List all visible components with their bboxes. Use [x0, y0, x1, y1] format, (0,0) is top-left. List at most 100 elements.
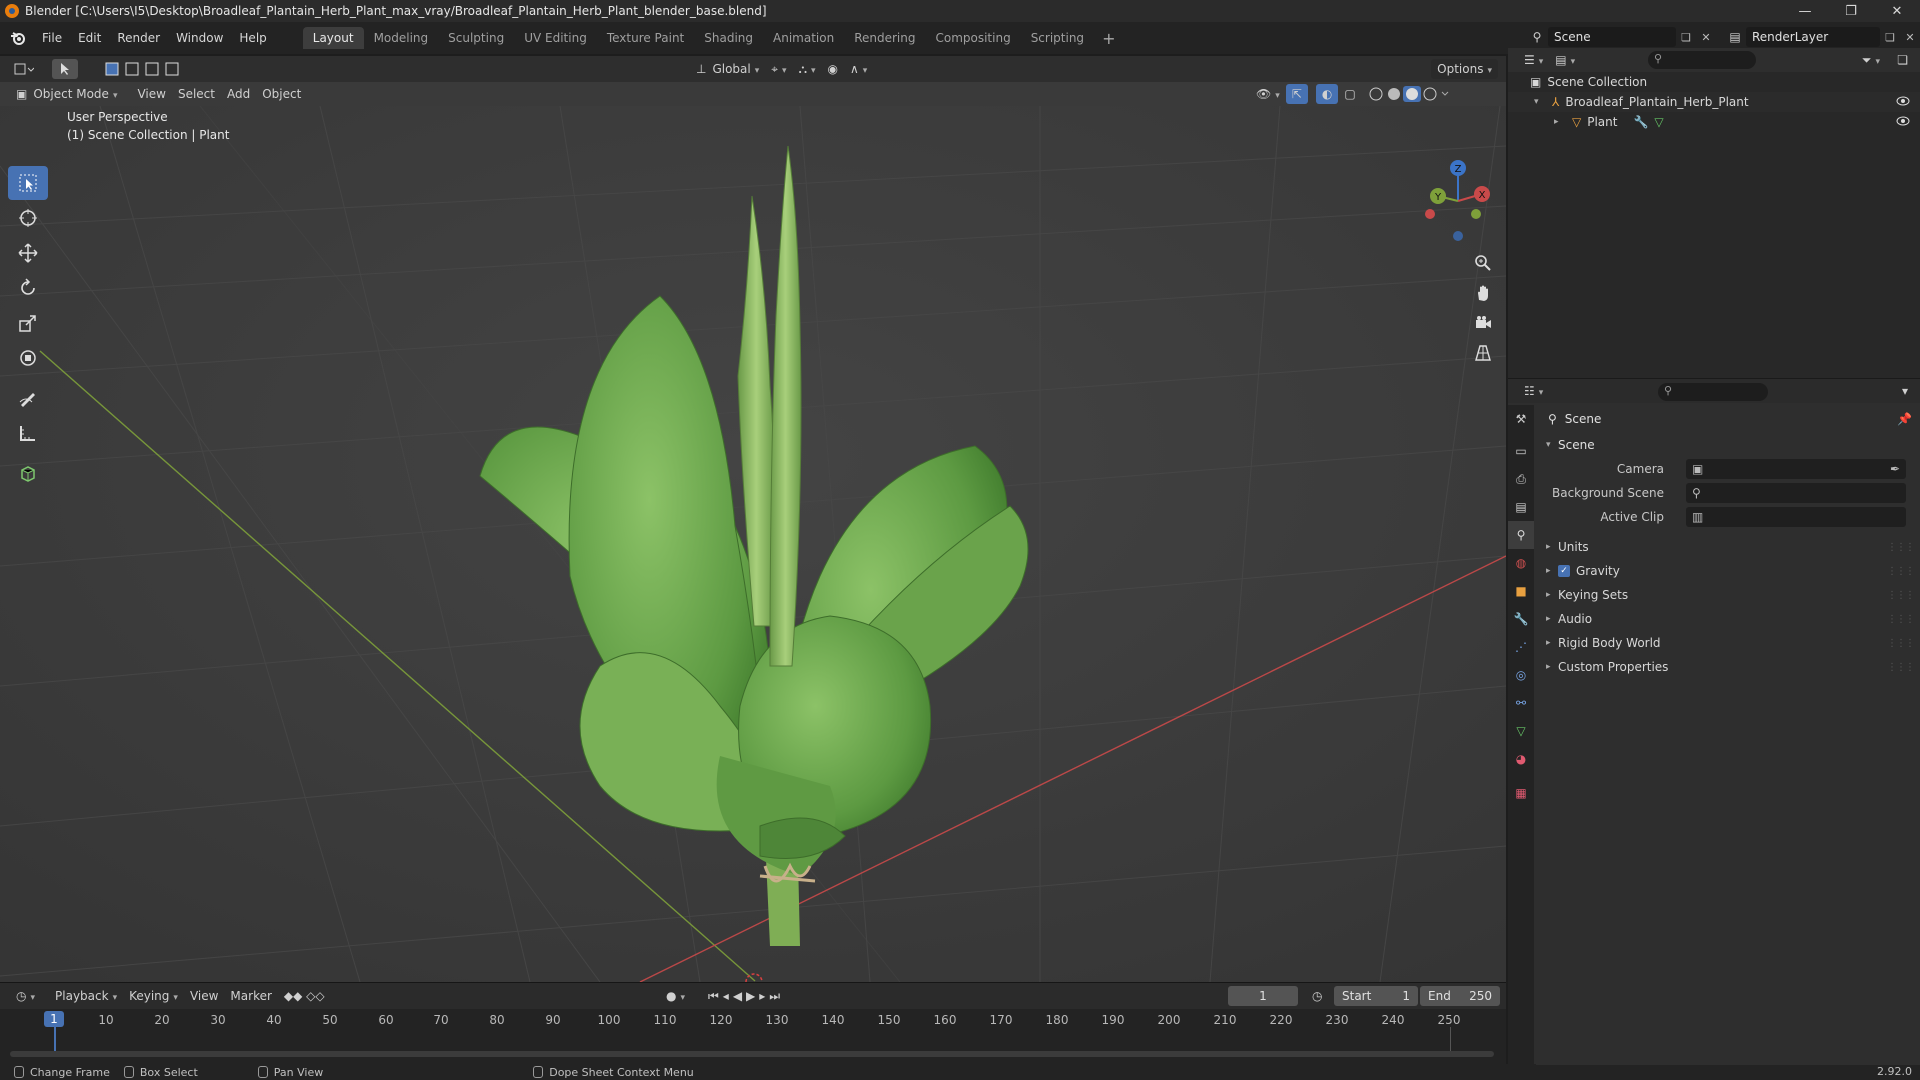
camera-field[interactable]: ▣ ✒	[1686, 459, 1906, 479]
camera-view-icon[interactable]	[1470, 310, 1496, 336]
outliner-search-input[interactable]: ⚲	[1648, 51, 1756, 69]
units-panel[interactable]: ▸ Units ⋮⋮⋮	[1536, 535, 1920, 559]
move-tool-icon[interactable]	[8, 236, 48, 270]
drag-handle[interactable]: ⋮⋮⋮	[1887, 638, 1915, 649]
tab-particles[interactable]: ⋰	[1508, 633, 1534, 661]
keying-sets-panel[interactable]: ▸ Keying Sets ⋮⋮⋮	[1536, 583, 1920, 607]
tab-scripting[interactable]: Scripting	[1021, 27, 1094, 49]
tab-sculpting[interactable]: Sculpting	[438, 27, 514, 49]
drag-handle[interactable]: ⋮⋮⋮	[1887, 542, 1915, 553]
new-scene-button[interactable]: ❏	[1676, 27, 1696, 47]
list-item[interactable]: ▾ ⅄ Broadleaf_Plantain_Herb_Plant	[1508, 92, 1920, 112]
properties-options-icon[interactable]: ▾	[1896, 381, 1914, 401]
tab-compositing[interactable]: Compositing	[925, 27, 1020, 49]
tab-uv-editing[interactable]: UV Editing	[514, 27, 597, 49]
tab-data[interactable]: ▽	[1508, 717, 1534, 745]
menu-help[interactable]: Help	[231, 31, 274, 45]
render-layer-icon[interactable]: ▤	[1724, 27, 1746, 47]
tab-rendering[interactable]: Rendering	[844, 27, 925, 49]
add-cube-tool-icon[interactable]	[8, 456, 48, 490]
object-mode-dropdown[interactable]: ▣ Object Mode	[10, 84, 123, 104]
scene-panel-header[interactable]: ▾ Scene	[1536, 433, 1920, 457]
rigid-body-world-panel[interactable]: ▸ Rigid Body World ⋮⋮⋮	[1536, 631, 1920, 655]
eye-icon[interactable]	[1896, 116, 1910, 126]
start-frame-field[interactable]: Start 1	[1334, 986, 1418, 1006]
tab-tool[interactable]: ⚒	[1508, 405, 1534, 433]
minimize-button[interactable]: —	[1782, 0, 1828, 22]
menu-file[interactable]: File	[34, 31, 70, 45]
proportional-edit-icon[interactable]: ◉	[822, 59, 844, 79]
tab-view-layer[interactable]: ▤	[1508, 493, 1534, 521]
tab-constraints[interactable]: ⚯	[1508, 689, 1534, 717]
tab-layout[interactable]: Layout	[302, 27, 364, 49]
tab-scene[interactable]: ⚲	[1508, 521, 1534, 549]
clock-icon[interactable]: ◷	[1306, 986, 1328, 1006]
outliner[interactable]: ☰ ▤ ⚲ ⏷ ❏ ▣ Scene Collection ▾ ⅄ Broadle…	[1508, 48, 1920, 378]
menu-window[interactable]: Window	[168, 31, 231, 45]
playback-controls[interactable]: ⏮◂◀▶▸⏭	[702, 986, 790, 1006]
tab-render[interactable]: ▭	[1508, 437, 1534, 465]
eyedropper-icon[interactable]: ✒	[1890, 462, 1900, 476]
timeline-editor[interactable]: ◷ Playback Keying View Marker ◆◆ ◇◇ ● ⏮◂…	[0, 982, 1506, 1064]
menu-edit[interactable]: Edit	[70, 31, 109, 45]
render-layer-field[interactable]: RenderLayer	[1746, 27, 1880, 47]
view-menu[interactable]: View	[131, 84, 171, 104]
tab-texture-paint[interactable]: Texture Paint	[597, 27, 694, 49]
add-menu[interactable]: Add	[221, 84, 256, 104]
xray-toggle-icon[interactable]: ▢	[1338, 84, 1361, 104]
display-mode-icon[interactable]: ▤	[1549, 50, 1581, 70]
tab-material[interactable]: ◕	[1508, 745, 1534, 773]
viewport-scene[interactable]	[0, 106, 1506, 982]
keying-menu[interactable]: Keying	[123, 986, 184, 1006]
measure-tool-icon[interactable]	[8, 416, 48, 450]
timeline-scrollbar[interactable]	[10, 1051, 1494, 1057]
properties-search-input[interactable]: ⚲	[1658, 383, 1768, 401]
tab-animation[interactable]: Animation	[763, 27, 844, 49]
scene-name-field[interactable]: Scene	[1548, 27, 1676, 47]
object-menu[interactable]: Object	[256, 84, 307, 104]
transform-tool-icon[interactable]	[8, 341, 48, 375]
pivot-point-icon[interactable]: ⌖	[765, 59, 792, 79]
pan-hand-icon[interactable]	[1470, 280, 1496, 306]
new-collection-icon[interactable]: ❏	[1891, 50, 1914, 70]
playback-menu[interactable]: Playback	[49, 986, 123, 1006]
expand-icon[interactable]: ▾	[1534, 97, 1546, 107]
cursor-tool-icon[interactable]	[8, 201, 48, 235]
zoom-icon[interactable]	[1470, 250, 1496, 276]
overlay-toggle-icon[interactable]: ◐	[1315, 84, 1339, 104]
3d-viewport[interactable]: ⊥Global ⌖ ⛬ ◉ ∧ Options ▣Object Mode Vie…	[0, 56, 1506, 982]
gizmo-toggle-icon[interactable]: ⇱	[1285, 84, 1308, 104]
editor-type-icon[interactable]	[8, 59, 40, 79]
restore-button[interactable]: ❐	[1828, 0, 1874, 22]
select-mode-icons[interactable]	[98, 59, 200, 79]
drag-handle[interactable]: ⋮⋮⋮	[1887, 614, 1915, 625]
current-frame-field[interactable]: 1	[1228, 986, 1298, 1006]
annotate-tool-icon[interactable]	[8, 381, 48, 415]
keyframe-icons[interactable]: ◆◆ ◇◇	[278, 986, 331, 1006]
visibility-icon[interactable]: 👁	[1250, 84, 1286, 104]
marker-menu[interactable]: Marker	[224, 986, 277, 1006]
select-box-tool-icon[interactable]	[8, 166, 48, 200]
properties-editor-type-icon[interactable]: ☷	[1518, 381, 1549, 401]
filter-icon[interactable]: ⏷	[1856, 50, 1886, 70]
background-scene-field[interactable]: ⚲	[1686, 483, 1906, 503]
delete-layer-button[interactable]: ✕	[1900, 27, 1920, 47]
custom-properties-panel[interactable]: ▸ Custom Properties ⋮⋮⋮	[1536, 655, 1920, 679]
falloff-icon[interactable]: ∧	[844, 59, 873, 79]
scale-tool-icon[interactable]	[8, 306, 48, 340]
ortho-grid-icon[interactable]	[1470, 340, 1496, 366]
timeline-view-menu[interactable]: View	[184, 986, 224, 1006]
tab-object[interactable]: ■	[1508, 577, 1534, 605]
drag-handle[interactable]: ⋮⋮⋮	[1887, 566, 1915, 577]
list-item[interactable]: ▣ Scene Collection	[1508, 72, 1920, 92]
tab-output[interactable]: ⎙	[1508, 465, 1534, 493]
drag-handle[interactable]: ⋮⋮⋮	[1887, 662, 1915, 673]
delete-scene-button[interactable]: ✕	[1696, 27, 1716, 47]
frame-ruler[interactable]: 10 20 30 40 50 60 70 80 90 100 110 120 1…	[0, 1013, 1506, 1035]
tab-shading[interactable]: Shading	[694, 27, 763, 49]
new-layer-button[interactable]: ❏	[1880, 27, 1900, 47]
tab-world[interactable]: ◍	[1508, 549, 1534, 577]
drag-handle[interactable]: ⋮⋮⋮	[1887, 590, 1915, 601]
pin-icon[interactable]: 📌	[1897, 412, 1912, 426]
blender-menu-icon[interactable]	[10, 30, 26, 46]
